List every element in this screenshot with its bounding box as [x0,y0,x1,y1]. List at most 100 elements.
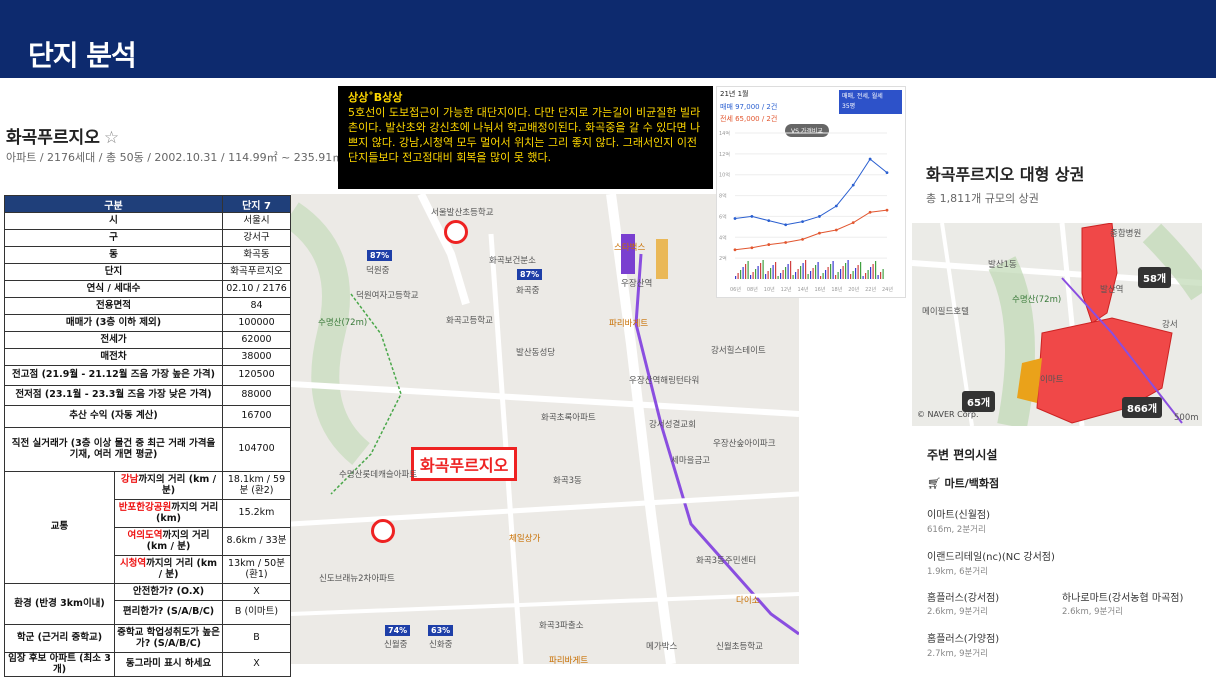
chart-volume-bar [862,276,864,279]
map-label: 강서성결교회 [649,420,696,430]
chart-point [801,237,804,241]
chart-x-tick: 06년 [730,286,741,293]
chart-x-tick: 18년 [831,286,842,293]
chart-x-tick: 16년 [814,286,825,293]
table-row: 환경 (반경 3km이내) 안전한가? (O.X) X [4,583,291,625]
row-value: 120500 [222,365,291,386]
row-value: 8.6km / 33분 [222,527,291,556]
chart-volume-bar [870,267,872,279]
map-label: 신월초등학교 [716,642,763,652]
chart-volume-bar [877,275,879,279]
chart-volume-bar [772,265,774,279]
candidate-question: 동그라미 표시 하세요 [114,652,223,677]
map-label: 신도브래뉴2차아파트 [319,574,395,584]
map-label: 화곡초록아파트 [541,413,596,423]
chart-volume-bar [815,265,817,279]
map-label: 강서 [1162,320,1178,330]
chart-volume-bar [762,260,764,279]
candidate-label: 임장 후보 아파트 (최소 3개) [4,652,115,677]
store-count-badge[interactable]: 65개 [962,391,996,412]
table-header-row: 구분 단지 7 [4,195,291,213]
map-label: 수명산롯데캐슬아파트 [339,470,418,480]
apartment-name: 화곡푸르지오 [6,128,100,148]
store-name[interactable]: 하나로마트(강서농협 마곡점) [1062,589,1183,604]
school-rate-flag[interactable]: 87% [517,269,543,280]
store-count-badge[interactable]: 58개 [1138,267,1172,288]
chart-volume-bar [752,272,754,279]
chart-point [767,219,771,223]
chart-x-tick: 12년 [781,286,792,293]
map-label: 신월중 [384,640,408,650]
row-value: B [222,624,291,653]
row-label: 구 [4,229,223,247]
chart-volume-bar [757,266,759,279]
convenience-title: 주변 편의시설 [927,448,998,462]
table-header-category: 구분 [4,195,223,213]
chart-volume-bar [760,263,762,279]
school-rate-flag[interactable]: 87% [367,250,393,261]
table-row: 전세가 62000 [4,331,291,349]
traffic-place: 여의도역 [127,529,163,541]
chart-volume-bar [770,268,772,279]
store-name[interactable]: 이랜드리테일(nc)(NC 강서점) [927,548,1055,563]
store-distance: 2.6km, 9분거리 [1062,607,1123,617]
store-name[interactable]: 이마트(신월점) [927,506,990,521]
table-row: 동 화곡동 [4,246,291,264]
chart-volume-bar [775,262,777,279]
commercial-map[interactable]: 58개 65개 866개 발산1동 수명산(72m) 발산역 메이필드호텔 강서… [912,223,1202,426]
row-label: 단지 [4,263,223,281]
analysis-table: 구분 단지 7 시 서울시 구 강서구 동 화곡동 단지 화곡푸르지오 연식 / 세대수… [4,195,291,677]
convenience-category[interactable]: 🛒︎ 마트/백화점 [927,475,999,491]
traffic-question: 여의도역까지의 거리 (km / 분) [114,527,223,556]
chart-x-tick: 20년 [848,286,859,293]
row-value: 88000 [222,385,291,406]
chart-y-tick: 12억 [719,151,730,158]
row-label: 연식 / 세대수 [4,280,223,298]
school-rate-flag[interactable]: 63% [428,625,454,636]
chart-volume-bar [780,273,782,279]
chart-volume-bar [850,274,852,279]
map-label: 우장산역해링턴타워 [629,376,700,386]
chart-volume-bar [795,272,797,279]
row-value: 화곡동 [222,246,291,264]
chart-point [801,220,804,224]
chart-volume-bar [860,262,862,279]
chart-y-tick: 14억 [719,130,730,137]
chart-x-tick: 24년 [882,286,893,293]
school-circle-marker[interactable] [444,220,468,244]
row-value: 02.10 / 2176 [222,280,291,298]
chart-volume-bar [810,271,812,279]
chart-y-tick: 4억 [719,234,727,241]
chart-point [767,243,771,246]
mall-subtitle: 총 1,811개 규모의 상권 [926,192,1039,205]
store-name[interactable]: 홈플러스(강서점) [927,589,999,604]
traffic-place: 강남 [120,473,139,485]
store-count-badge[interactable]: 866개 [1122,397,1163,418]
env-label: 환경 (반경 3km이내) [4,583,115,625]
chart-volume-bar [857,265,859,279]
row-value: 18.1km / 59분 (환2) [222,471,291,500]
price-chart[interactable]: 21년 1월 매매 97,000 / 2건 전세 65,000 / 2건 매매,… [716,86,906,298]
map-label: 종합병원 [1110,229,1142,239]
complex-main-label[interactable]: 화곡푸르지오 [411,447,518,481]
map-label: 서울발산초등학교 [431,208,494,218]
traffic-suffix: 까지의 거리 (km / 분) [146,557,218,580]
map-label: 이마트 [1040,375,1064,385]
school-circle-marker[interactable] [371,519,395,543]
chart-volume-bar [855,268,857,279]
row-value: X [222,652,291,677]
chart-volume-bar [832,261,834,279]
map-label: 메가박스 [646,642,678,652]
chart-volume-bar [867,270,869,279]
school-rate-flag[interactable]: 74% [385,625,411,636]
map-label: 체일상가 [509,534,541,544]
chart-volume-bar [805,260,807,279]
map-label: 화곡고등학교 [446,316,493,326]
store-name[interactable]: 홈플러스(가양점) [927,630,999,645]
table-row: 구 강서구 [4,229,291,247]
chart-point [818,231,821,235]
map-label: 화곡보건분소 [489,256,536,266]
favorite-star-icon[interactable]: ☆ [104,128,119,148]
map-label: 세마을금고 [671,456,711,466]
chart-volume-bar [802,263,804,279]
